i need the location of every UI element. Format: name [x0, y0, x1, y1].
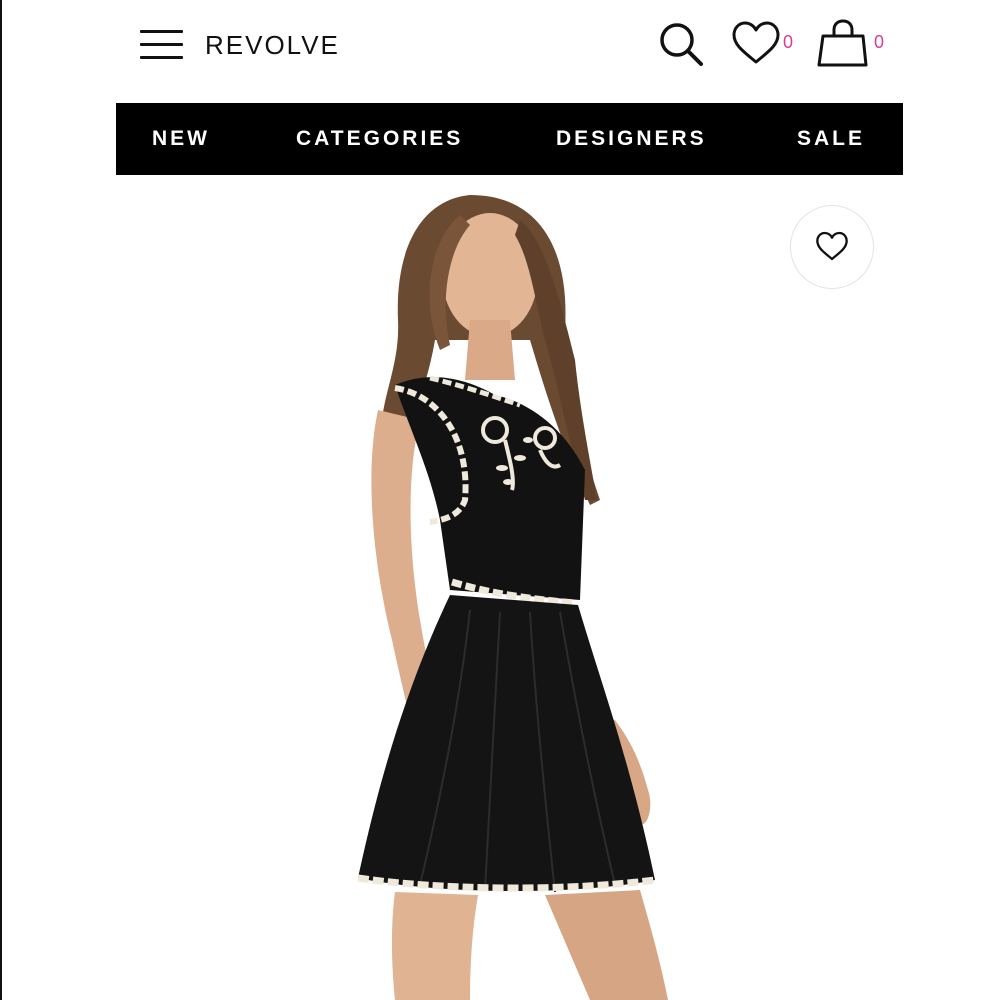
model-in-black-dress-photo — [357, 195, 668, 1000]
nav-item-new[interactable]: NEW — [152, 127, 210, 151]
nav-item-sale[interactable]: SALE — [797, 127, 865, 151]
menu-line — [140, 43, 183, 46]
heart-icon — [816, 231, 848, 261]
search-icon — [660, 23, 703, 66]
shopping-bag-icon — [817, 19, 868, 67]
wishlist-button[interactable] — [730, 20, 782, 68]
wishlist-count: 0 — [783, 32, 794, 52]
menu-line — [140, 30, 183, 33]
nav-item-designers[interactable]: DESIGNERS — [556, 127, 707, 151]
window-edge — [0, 0, 2, 1000]
cart-count: 0 — [874, 32, 885, 52]
menu-button[interactable] — [140, 28, 184, 62]
favorite-button[interactable] — [790, 205, 874, 289]
menu-line — [140, 56, 183, 59]
main-navigation: NEW CATEGORIES DESIGNERS SALE — [116, 103, 903, 175]
cart-button[interactable] — [815, 18, 871, 70]
brand-logo[interactable]: REVOLVE — [205, 30, 340, 61]
product-image[interactable] — [116, 175, 903, 1000]
heart-icon — [732, 21, 780, 64]
nav-item-categories[interactable]: CATEGORIES — [296, 127, 463, 151]
search-button[interactable] — [655, 20, 707, 70]
